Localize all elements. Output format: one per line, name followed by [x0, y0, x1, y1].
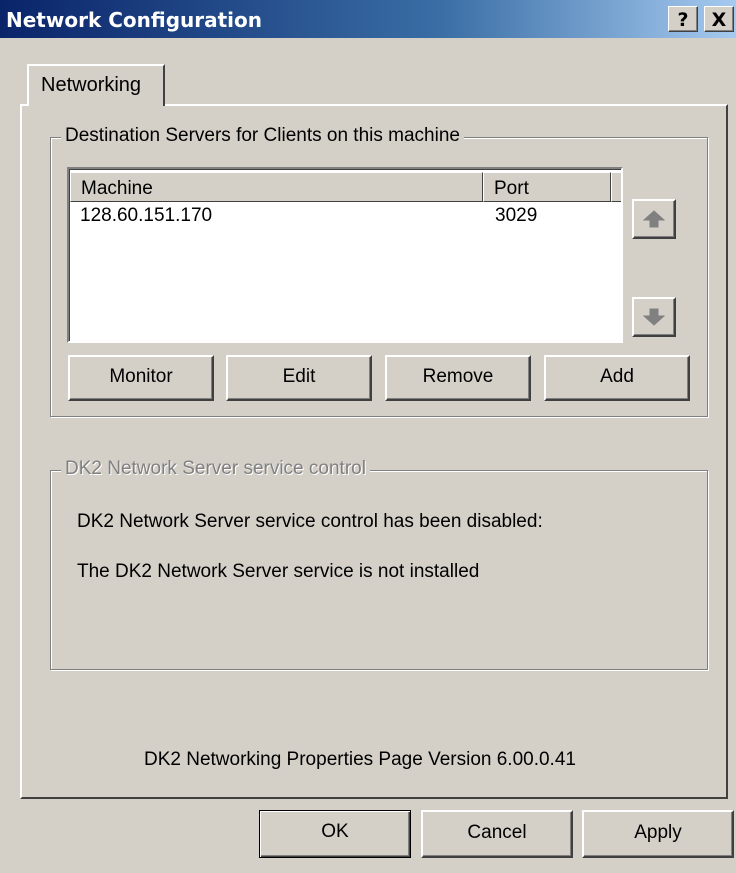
- service-status-text: DK2 Network Server service control has b…: [77, 511, 543, 532]
- window-title: Network Configuration: [6, 8, 262, 32]
- destination-servers-legend: Destination Servers for Clients on this …: [61, 125, 464, 147]
- apply-button[interactable]: Apply: [582, 810, 734, 858]
- list-item[interactable]: 128.60.151.170 3029: [69, 203, 621, 229]
- add-button-label: Add: [600, 366, 634, 387]
- tab-networking[interactable]: Networking: [27, 64, 165, 106]
- column-header-machine[interactable]: Machine: [70, 172, 483, 202]
- ok-button-label: OK: [321, 821, 349, 842]
- title-bar[interactable]: Network Configuration ? X: [0, 0, 736, 38]
- close-button[interactable]: X: [704, 6, 734, 32]
- column-header-port-label: Port: [494, 178, 529, 199]
- column-header-port[interactable]: Port: [483, 172, 611, 202]
- column-header-filler: [611, 172, 621, 202]
- service-not-installed-text: The DK2 Network Server service is not in…: [77, 561, 480, 582]
- cancel-button[interactable]: Cancel: [421, 810, 573, 858]
- monitor-button-label: Monitor: [109, 366, 173, 387]
- monitor-button[interactable]: Monitor: [68, 355, 214, 401]
- remove-button[interactable]: Remove: [385, 355, 531, 401]
- add-button[interactable]: Add: [544, 355, 690, 401]
- machine-cell: 128.60.151.170: [80, 205, 213, 226]
- version-text: DK2 Networking Properties Page Version 6…: [144, 749, 576, 770]
- column-header-machine-label: Machine: [81, 178, 153, 199]
- arrow-down-icon: [643, 308, 665, 326]
- arrow-up-icon: [643, 210, 665, 228]
- tab-networking-label: Networking: [41, 74, 142, 96]
- close-icon: X: [711, 9, 727, 31]
- help-button[interactable]: ?: [668, 6, 698, 32]
- move-down-button[interactable]: [632, 297, 676, 337]
- help-icon: ?: [677, 9, 689, 31]
- port-cell: 3029: [495, 205, 538, 226]
- cancel-button-label: Cancel: [467, 822, 527, 843]
- move-up-button[interactable]: [632, 199, 676, 239]
- remove-button-label: Remove: [422, 366, 494, 387]
- service-control-legend: DK2 Network Server service control: [61, 458, 370, 480]
- edit-button-label: Edit: [282, 366, 316, 387]
- ok-button[interactable]: OK: [259, 810, 411, 858]
- servers-listview[interactable]: Machine Port 128.60.151.170 3029: [67, 167, 623, 343]
- apply-button-label: Apply: [634, 822, 682, 843]
- edit-button[interactable]: Edit: [226, 355, 372, 401]
